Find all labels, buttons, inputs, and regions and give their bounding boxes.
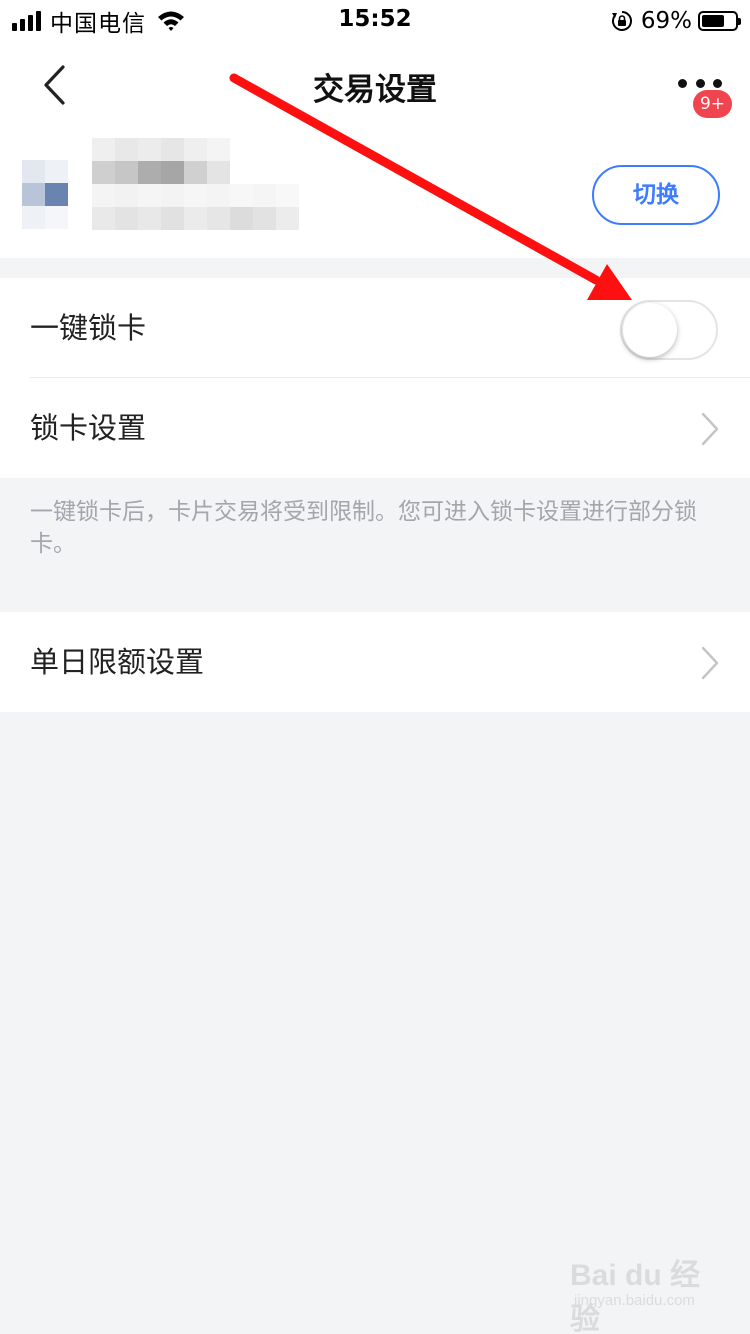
watermark-url: jingyan.baidu.com [574, 1292, 695, 1309]
status-bar: 中国电信 15:52 69% [0, 0, 750, 40]
toggle-knob [623, 303, 677, 357]
chevron-right-icon [701, 646, 719, 680]
lock-card-toggle[interactable] [620, 300, 718, 360]
baidu-jingyan-watermark: Bai du 经验 jingyan.baidu.com [570, 1250, 710, 1334]
switch-account-button[interactable]: 切换 [592, 165, 720, 225]
rotation-lock-icon [611, 11, 632, 31]
daily-limit-group: 单日限额设置 [0, 612, 750, 712]
page-title: 交易设置 [313, 72, 437, 108]
daily-limit-label: 单日限额设置 [30, 645, 205, 679]
battery-percent: 69% [640, 8, 692, 34]
lock-card-group: 一键锁卡 锁卡设置 [0, 278, 750, 478]
lock-card-note: 一键锁卡后，卡片交易将受到限制。您可进入锁卡设置进行部分锁卡。 [30, 499, 697, 557]
account-number-pixelated [92, 184, 302, 230]
notification-badge: 9+ [692, 90, 732, 118]
lock-settings-label: 锁卡设置 [30, 411, 147, 445]
navigation-bar: 交易设置 9+ [0, 40, 750, 130]
chevron-right-icon [701, 412, 719, 446]
account-name-pixelated [92, 138, 232, 184]
lock-card-row: 一键锁卡 [0, 278, 750, 378]
daily-limit-row[interactable]: 单日限额设置 [0, 612, 750, 712]
status-right: 69% [611, 6, 741, 36]
account-card: 切换 [0, 130, 750, 258]
battery-nub [738, 18, 741, 25]
battery-fill [702, 15, 724, 27]
lock-card-label: 一键锁卡 [30, 311, 147, 345]
bank-logo-pixelated [22, 160, 68, 230]
battery-icon [698, 11, 741, 31]
lock-settings-row[interactable]: 锁卡设置 [0, 378, 750, 478]
